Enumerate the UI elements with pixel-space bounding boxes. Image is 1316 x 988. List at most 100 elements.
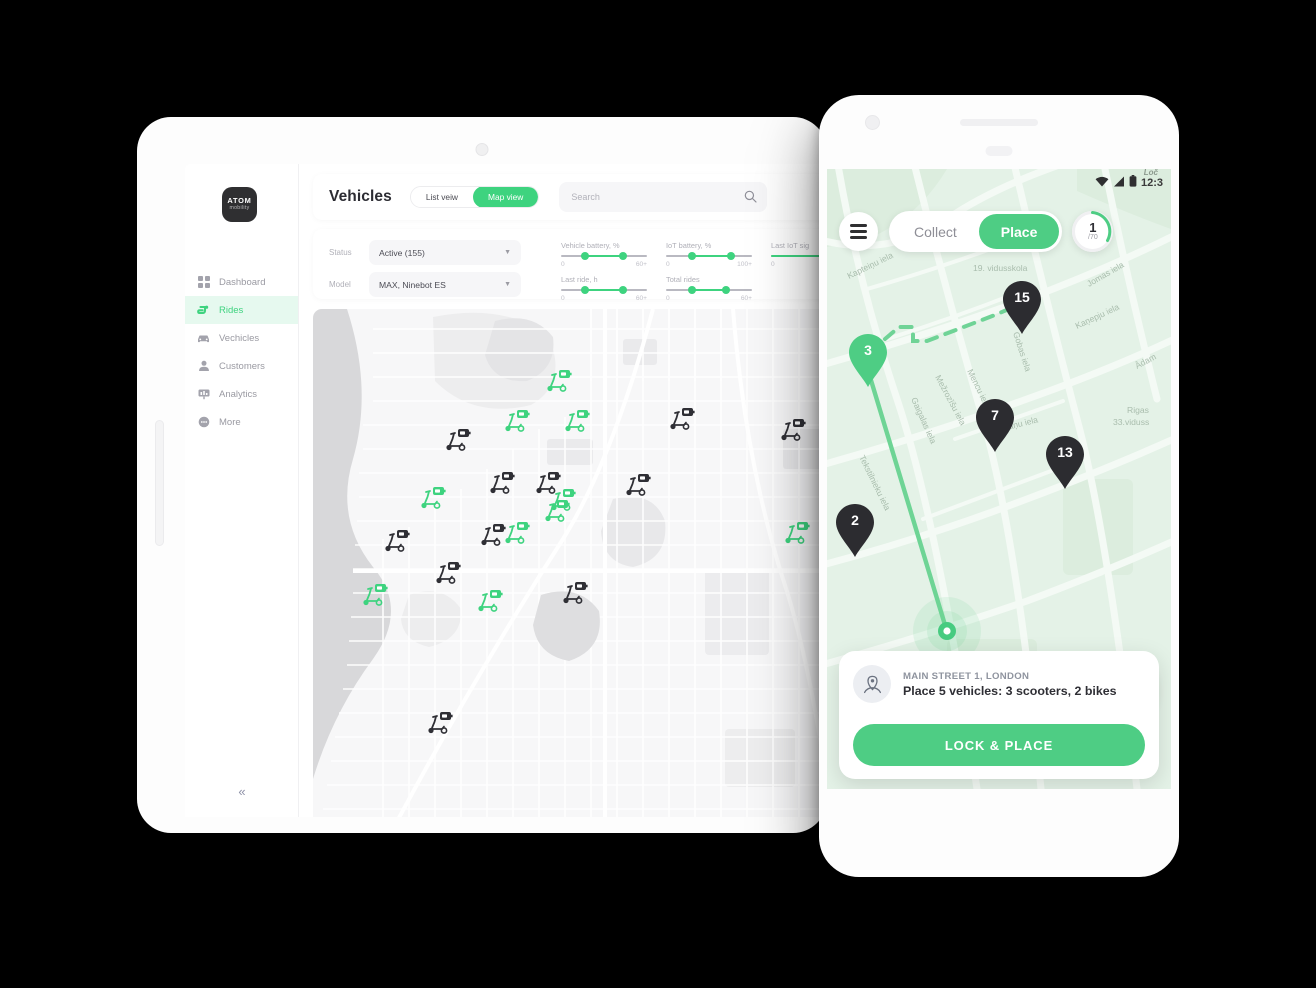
vehicle-counter[interactable]: 1 /70 [1072,211,1114,252]
wifi-icon [1095,176,1109,190]
slider-max-label: 60+ [635,295,647,302]
tablet-device: ATOM mobility Dashboard Rides Vechicles … [137,117,827,833]
status-select[interactable]: Active (155) ▼ [369,240,521,265]
slider-filter[interactable]: Last ride, h 0 60+ [561,275,666,302]
slider-handle-max[interactable] [618,252,627,260]
tablet-map[interactable]: Vehicle #2323232 [313,309,827,817]
slider-min-label: 0 [666,261,670,268]
search-icon[interactable] [744,190,757,208]
map-pin[interactable]: 15 [999,279,1045,337]
map-scooter-marker[interactable] [624,471,658,499]
map-scooter-marker[interactable] [488,469,522,497]
sidebar-item-customers[interactable]: Customers [185,352,298,380]
slider-handle-min[interactable] [687,286,696,294]
map-pin[interactable]: 2 [832,502,878,560]
slider-handle-max[interactable] [618,286,627,294]
search-box [559,182,768,212]
map-pin[interactable]: 3 [845,332,891,390]
phone-top-controls: Collect Place 1 /70 [827,211,1171,252]
more-icon [197,416,210,429]
map-scooter-marker[interactable] [434,559,468,587]
person-icon [197,360,210,373]
main-content: Vehicles List veiw Map view Search Statu… [299,164,827,817]
chevron-down-icon: ▼ [504,281,511,288]
map-scooter-marker[interactable] [549,486,583,514]
slider-handle-min[interactable] [581,286,590,294]
screenshot-stage: ATOM mobility Dashboard Rides Vechicles … [0,0,1316,988]
map-pin[interactable]: 13 [1042,434,1088,492]
tab-list-view[interactable]: List veiw [410,187,473,207]
map-scooter-marker[interactable] [361,581,395,609]
pin-label: 3 [864,342,872,358]
lock-and-place-button[interactable]: LOCK & PLACE [853,724,1145,766]
filter-sliders: Vehicle battery, % 0 60+ IoT battery, % 0 100… [561,241,827,309]
sidebar-item-dashboard[interactable]: Dashboard [185,268,298,296]
slider-label: IoT battery, % [666,241,712,250]
slider-handle-max[interactable] [722,286,731,294]
counter-progress-arc [1072,211,1114,252]
map-scooter-marker[interactable] [668,405,702,433]
model-select[interactable]: MAX, Ninebot ES ▼ [369,272,521,297]
slider-filter[interactable]: Vehicle battery, % 0 60+ [561,241,666,268]
slider-handle-max[interactable] [726,252,735,260]
pin-shape [849,334,887,387]
view-toggle: List veiw Map view [409,186,540,208]
pin-label: 2 [851,512,859,528]
slider-filter[interactable]: Total rides 0 60+ [666,275,771,302]
status-label: Status [329,248,352,257]
slider-track[interactable] [561,286,647,294]
pin-label: 15 [1014,289,1030,305]
map-scooter-marker[interactable] [563,407,597,435]
map-scooter-marker[interactable] [503,407,537,435]
map-scooter-marker[interactable] [383,527,417,555]
slider-filter[interactable]: IoT battery, % 0 100+ [666,241,771,268]
tab-map-view[interactable]: Map view [472,187,539,207]
phone-sensor [985,146,1013,156]
toggle-collect[interactable]: Collect [892,214,979,249]
map-scooter-marker[interactable] [476,587,510,615]
signal-icon [1113,176,1125,190]
sidebar-collapse-button[interactable]: « [185,784,299,799]
slider-handle-min[interactable] [581,252,590,260]
chevron-down-icon: ▼ [504,249,511,256]
map-scooter-marker[interactable] [419,484,453,512]
sidebar-item-label: Rides [219,304,244,316]
poi-label: Rigas [1127,405,1149,415]
slider-track[interactable] [666,252,752,260]
map-scooter-marker[interactable] [779,416,813,444]
model-label: Model [329,280,351,289]
map-pin[interactable]: 7 [972,397,1018,455]
slider-min-label: 0 [666,295,670,302]
map-scooter-marker[interactable] [545,367,579,395]
slider-handle-min[interactable] [687,252,696,260]
hamburger-icon[interactable] [839,212,878,251]
slider-min-label: 0 [561,295,565,302]
sidebar-item-analytics[interactable]: Analytics [185,380,298,408]
pin-shape [1046,436,1084,489]
tablet-camera-icon [475,143,489,156]
map-scooter-marker[interactable] [783,519,817,547]
car-icon [197,332,210,345]
app-logo[interactable]: ATOM mobility [222,187,257,222]
slider-fill [585,255,623,257]
sidebar-item-more[interactable]: More [185,408,298,436]
map-scooter-marker[interactable] [561,579,595,607]
slider-track[interactable] [666,286,752,294]
map-corner-label: Loč [1143,169,1158,177]
sidebar-item-rides[interactable]: Rides [185,296,298,324]
tablet-volume-button[interactable] [155,420,164,546]
sheet-text: MAIN STREET 1, LONDON Place 5 vehicles: … [903,671,1117,698]
slider-track[interactable] [561,252,647,260]
map-scooter-marker[interactable] [503,519,537,547]
map-scooter-marker[interactable] [444,426,478,454]
search-input[interactable] [571,192,756,202]
status-select-value: Active (155) [379,247,425,258]
sidebar-item-label: More [219,416,241,428]
pin-shape [1003,281,1041,334]
map-scooter-marker[interactable] [426,709,460,737]
sidebar-item-vehicles[interactable]: Vechicles [185,324,298,352]
sidebar: ATOM mobility Dashboard Rides Vechicles … [185,164,299,817]
toggle-place[interactable]: Place [978,214,1060,249]
slider-label: Vehicle battery, % [561,241,620,250]
logo-title: ATOM [227,196,252,205]
